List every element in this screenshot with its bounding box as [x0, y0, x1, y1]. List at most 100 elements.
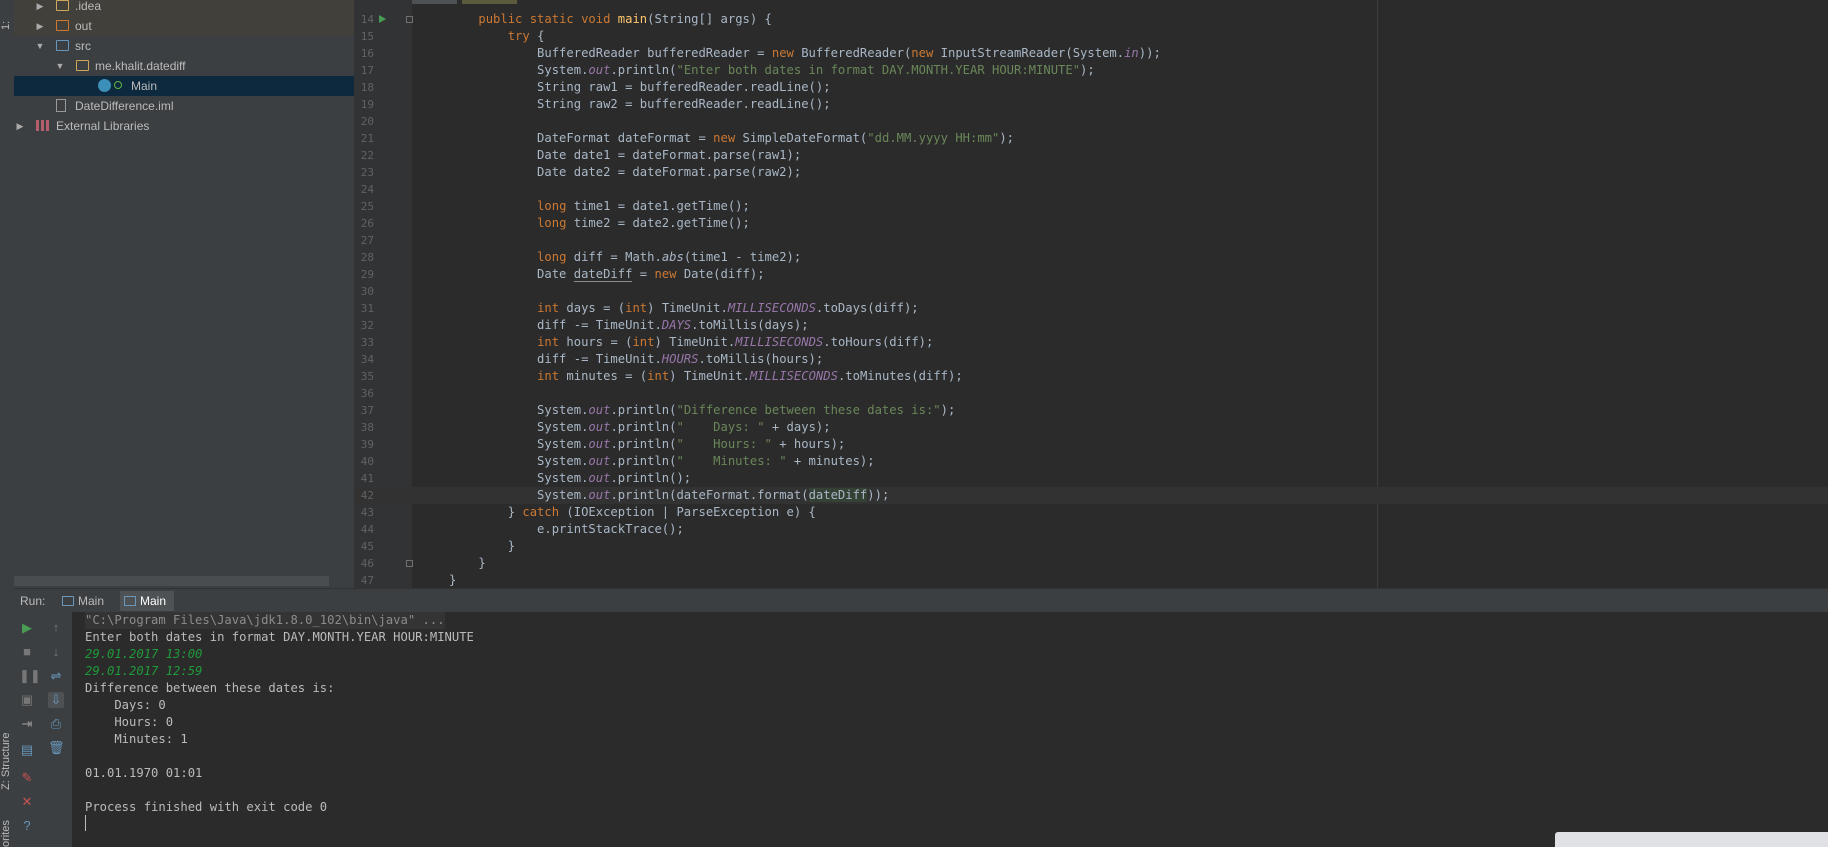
code-line: 21 DateFormat dateFormat = new SimpleDat… — [360, 131, 1015, 145]
code-line-current: 42 System.out.println(dateFormat.format(… — [354, 487, 1828, 504]
expand-arrow-icon[interactable]: ▶ — [14, 116, 26, 136]
pin-icon[interactable]: ✎ — [19, 770, 35, 786]
code-line: 23 Date date2 = dateFormat.parse(raw2); — [360, 165, 802, 179]
notification-popup[interactable] — [1555, 832, 1828, 847]
code-line: 40 System.out.println(" Minutes: " + min… — [360, 454, 875, 468]
code-line: 29 Date dateDiff = new Date(diff); — [360, 267, 765, 282]
library-icon — [36, 120, 49, 131]
code-line: 47} — [360, 573, 457, 587]
code-line: 33 int hours = (int) TimeUnit.MILLISECON… — [360, 335, 934, 349]
print-icon[interactable]: ⎙ — [48, 716, 64, 732]
tree-item-main[interactable]: Main — [14, 76, 354, 96]
text-caret — [85, 815, 86, 831]
run-toolbar-secondary: ↑ ↓ ⇌ ⇩ ⎙ 🗑 — [40, 612, 72, 847]
code-line: 27 — [360, 234, 374, 247]
editor-tab-stub[interactable] — [462, 0, 517, 4]
code-line: 31 int days = (int) TimeUnit.MILLISECOND… — [360, 301, 919, 315]
expand-arrow-icon[interactable]: ▶ — [34, 0, 46, 16]
code-line: 38 System.out.println(" Days: " + days); — [360, 420, 831, 434]
run-tab-main-active[interactable]: Main — [120, 591, 175, 611]
tree-item-label: External Libraries — [56, 119, 150, 133]
tree-item-label: src — [75, 39, 91, 53]
editor-tab-stub[interactable] — [412, 0, 457, 4]
down-icon[interactable]: ↓ — [48, 644, 64, 660]
help-icon[interactable]: ? — [19, 818, 35, 834]
collapse-arrow-icon[interactable]: ▼ — [54, 56, 66, 76]
console-line: Enter both dates in format DAY.MONTH.YEA… — [85, 630, 474, 644]
code-line: 15 try { — [360, 29, 545, 43]
code-line: 37 System.out.println("Difference betwee… — [360, 403, 956, 417]
console-line: Difference between these dates is: — [85, 681, 335, 695]
console-input-line: 29.01.2017 13:00 — [85, 647, 203, 661]
fold-marker-icon[interactable] — [406, 560, 413, 567]
scroll-icon[interactable]: ⇩ — [48, 692, 64, 708]
package-icon — [76, 60, 89, 71]
run-panel-header: Run: Main Main — [14, 588, 1828, 613]
run-toolbar: ▶ ■ ❚❚ ▣ ⇥ ▤ ✎ ✕ ? — [14, 612, 41, 847]
code-line: 20 — [360, 115, 374, 128]
console-icon — [62, 596, 74, 606]
tree-item-label: me.khalit.datediff — [95, 59, 186, 73]
code-line: 18 String raw1 = bufferedReader.readLine… — [360, 80, 831, 94]
code-line: 30 — [360, 285, 374, 298]
left-tool-strip: 1: Z: Structure orites — [0, 0, 15, 847]
console-line: 01.01.1970 01:01 — [85, 766, 203, 780]
run-tab-main[interactable]: Main — [58, 591, 112, 611]
excluded-folder-icon — [56, 20, 69, 31]
stop-icon[interactable]: ■ — [19, 644, 35, 660]
fold-marker-icon[interactable] — [406, 16, 413, 23]
code-line: 26 long time2 = date2.getTime(); — [360, 216, 750, 230]
code-line: 35 int minutes = (int) TimeUnit.MILLISEC… — [360, 369, 963, 383]
folder-icon — [56, 0, 69, 11]
run-icon[interactable]: ▶ — [19, 620, 35, 636]
console-line: Process finished with exit code 0 — [85, 800, 328, 814]
up-icon[interactable]: ↑ — [48, 620, 64, 636]
run-title: Run: — [20, 594, 46, 608]
tree-item-src[interactable]: ▼ src — [14, 36, 354, 56]
console-line: "C:\Program Files\Java\jdk1.8.0_102\bin\… — [85, 612, 445, 629]
console-output[interactable]: "C:\Program Files\Java\jdk1.8.0_102\bin\… — [72, 612, 1828, 847]
structure-tool-tab[interactable]: Z: Structure — [0, 720, 14, 790]
console-line: Minutes: 1 — [85, 732, 188, 746]
source-folder-icon — [56, 40, 69, 51]
tree-item-label: Main — [131, 79, 158, 93]
console-line: Hours: 0 — [85, 715, 174, 729]
file-icon — [56, 99, 66, 112]
tree-item-label: .idea — [75, 0, 102, 13]
code-line: 44 e.printStackTrace(); — [360, 522, 684, 536]
console-icon — [124, 596, 136, 606]
tree-item-idea[interactable]: ▶ .idea — [14, 0, 354, 16]
console-line: Days: 0 — [85, 698, 166, 712]
tree-item-package[interactable]: ▼ me.khalit.datediff — [14, 56, 354, 76]
favorites-tool-tab[interactable]: orites — [0, 800, 14, 847]
project-tool-tab[interactable]: 1: — [0, 0, 14, 30]
code-line: 45 } — [360, 539, 516, 553]
code-line: 22 Date date1 = dateFormat.parse(raw1); — [360, 148, 802, 162]
tree-item-iml[interactable]: DateDifference.iml — [14, 96, 354, 116]
run-gutter-icon[interactable] — [379, 15, 386, 23]
code-line: 14 public static void main(String[] args… — [360, 12, 772, 26]
trash-icon[interactable]: 🗑 — [48, 740, 65, 756]
tree-item-external-libraries[interactable]: ▶ External Libraries — [14, 116, 354, 136]
dump-icon[interactable]: ▣ — [19, 692, 35, 708]
code-line: 32 diff -= TimeUnit.DAYS.toMillis(days); — [360, 318, 809, 332]
exit-icon[interactable]: ⇥ — [19, 716, 35, 732]
code-line: 24 — [360, 183, 374, 196]
collapse-arrow-icon[interactable]: ▼ — [34, 36, 46, 56]
code-line: 34 diff -= TimeUnit.HOURS.toMillis(hours… — [360, 352, 824, 366]
expand-arrow-icon[interactable]: ▶ — [34, 16, 46, 36]
code-editor[interactable]: 14 public static void main(String[] args… — [354, 0, 1828, 588]
tree-item-out[interactable]: ▶ out — [14, 16, 354, 36]
pause-icon[interactable]: ❚❚ — [19, 668, 41, 684]
code-line: 28 long diff = Math.abs(time1 - time2); — [360, 250, 802, 264]
code-line: 17 System.out.println("Enter both dates … — [360, 63, 1095, 77]
horizontal-scrollbar[interactable] — [14, 576, 329, 586]
wrap-icon[interactable]: ⇌ — [48, 668, 64, 684]
code-line: 36 — [360, 387, 374, 400]
code-line: 41 System.out.println(); — [360, 471, 692, 485]
close-icon[interactable]: ✕ — [19, 794, 35, 810]
layout-icon[interactable]: ▤ — [19, 742, 35, 758]
executable-badge-icon — [114, 81, 122, 89]
code-line: 25 long time1 = date1.getTime(); — [360, 199, 750, 213]
project-panel: ▶ .idea ▶ out ▼ src ▼ me.khalit.datediff… — [14, 0, 354, 588]
